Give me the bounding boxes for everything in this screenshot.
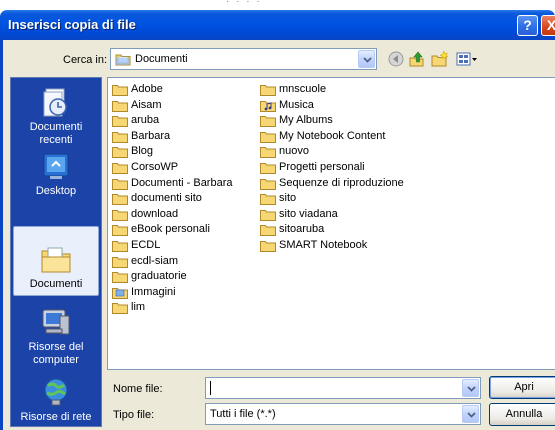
title-bar[interactable]: Inserisci copia di file ? X: [0, 10, 555, 40]
look-in-combo[interactable]: Documenti: [110, 48, 377, 70]
place-label: Documenti: [29, 278, 83, 290]
folder-icon: [112, 178, 128, 190]
list-item[interactable]: graduatorie: [112, 269, 233, 285]
list-item[interactable]: sito: [260, 191, 404, 207]
close-button[interactable]: X: [541, 15, 555, 36]
list-item[interactable]: Blog: [112, 144, 233, 160]
folder-icon: [112, 85, 128, 96]
place-documents[interactable]: Documenti: [13, 226, 99, 296]
list-item[interactable]: Barbara: [112, 129, 233, 145]
place-label: Documenti recenti: [29, 121, 83, 146]
places-bar: Documenti recenti Desktop Documenti Riso…: [10, 77, 102, 427]
folder-icon: [260, 178, 276, 190]
folder-icon: [112, 100, 128, 112]
list-item[interactable]: sitoaruba: [260, 222, 404, 238]
folder-icon: [260, 131, 276, 143]
documents-folder-icon: [41, 247, 71, 273]
chevron-down-icon: [363, 57, 372, 63]
look-in-label: Cerca in:: [63, 54, 108, 66]
place-label: Risorse del computer: [28, 341, 84, 366]
music-folder-icon: [260, 100, 276, 112]
folder-icon: [112, 256, 128, 268]
folder-icon: [260, 116, 276, 128]
background-text-fragment: · · · ·: [226, 0, 262, 7]
list-item[interactable]: Aisam: [112, 98, 233, 114]
list-item[interactable]: ecdl-siam: [112, 254, 233, 270]
file-column-2: mnscuole Musica My Albums My Notebook Co…: [260, 82, 404, 254]
folder-icon: [260, 162, 276, 174]
view-menu-icon[interactable]: [456, 51, 478, 70]
pictures-folder-icon: [112, 287, 128, 299]
list-item[interactable]: Adobe: [112, 82, 233, 98]
folder-icon: [112, 194, 128, 206]
folder-icon: [260, 209, 276, 221]
documents-folder-icon: [115, 52, 131, 69]
file-list[interactable]: Adobe Aisam aruba Barbara Blog CorsoWP D…: [107, 77, 555, 370]
cancel-button[interactable]: Annulla: [489, 403, 555, 426]
network-icon: [44, 378, 68, 406]
look-in-value: Documenti: [135, 53, 188, 65]
list-item[interactable]: eBook personali: [112, 222, 233, 238]
place-recent-documents[interactable]: Documenti recenti: [13, 86, 99, 147]
list-item[interactable]: aruba: [112, 113, 233, 129]
list-item[interactable]: Progetti personali: [260, 160, 404, 176]
list-item[interactable]: Sequenze di riproduzione: [260, 176, 404, 192]
list-item[interactable]: download: [112, 207, 233, 223]
folder-icon: [260, 147, 276, 159]
background-window-strip: · · · ·: [0, 0, 555, 10]
list-item[interactable]: documenti sito: [112, 191, 233, 207]
folder-icon: [112, 116, 128, 128]
folder-icon: [260, 194, 276, 206]
list-item[interactable]: mnscuole: [260, 82, 404, 98]
list-item[interactable]: Immagini: [112, 285, 233, 301]
chevron-down-icon: [467, 386, 476, 392]
list-item[interactable]: sito viadana: [260, 207, 404, 223]
back-icon[interactable]: [388, 51, 404, 70]
folder-icon: [112, 162, 128, 174]
place-label: Desktop: [35, 185, 77, 197]
list-item[interactable]: lim: [112, 300, 233, 316]
my-computer-icon: [42, 309, 70, 335]
dialog-title: Inserisci copia di file: [8, 17, 136, 32]
folder-icon: [260, 225, 276, 237]
file-column-1: Adobe Aisam aruba Barbara Blog CorsoWP D…: [112, 82, 233, 316]
folder-icon: [112, 131, 128, 143]
list-item[interactable]: Documenti - Barbara: [112, 176, 233, 192]
text-caret: [210, 381, 211, 395]
list-item[interactable]: nuovo: [260, 144, 404, 160]
place-desktop[interactable]: Desktop: [13, 150, 99, 198]
file-type-label: Tipo file:: [113, 409, 155, 421]
folder-icon: [260, 85, 276, 96]
folder-icon: [112, 225, 128, 237]
file-name-input[interactable]: [205, 377, 481, 399]
folder-icon: [112, 240, 128, 252]
open-button[interactable]: Apri: [489, 376, 555, 399]
folder-icon: [112, 147, 128, 159]
folder-icon: [112, 209, 128, 221]
folder-icon: [112, 303, 128, 315]
chevron-down-icon: [467, 412, 476, 418]
look-in-dropdown-button[interactable]: [358, 50, 375, 68]
list-item[interactable]: Musica: [260, 98, 404, 114]
file-type-select[interactable]: Tutti i file (*.*): [205, 403, 481, 425]
file-name-dropdown-button[interactable]: [462, 379, 479, 397]
place-label: Risorse di rete: [20, 411, 92, 423]
list-item[interactable]: SMART Notebook: [260, 238, 404, 254]
new-folder-icon[interactable]: [431, 50, 449, 70]
place-network[interactable]: Risorse di rete: [13, 376, 99, 424]
folder-icon: [260, 240, 276, 252]
folder-icon: [112, 272, 128, 284]
up-folder-icon[interactable]: [409, 51, 425, 70]
file-name-label: Nome file:: [113, 383, 163, 395]
list-item[interactable]: My Albums: [260, 113, 404, 129]
desktop-icon: [43, 153, 69, 179]
recent-documents-icon: [43, 88, 67, 117]
list-item[interactable]: My Notebook Content: [260, 129, 404, 145]
file-type-value: Tutti i file (*.*): [210, 408, 276, 420]
list-item[interactable]: ECDL: [112, 238, 233, 254]
list-item[interactable]: CorsoWP: [112, 160, 233, 176]
file-type-dropdown-button[interactable]: [462, 405, 479, 423]
place-my-computer[interactable]: Risorse del computer: [13, 306, 99, 367]
help-button[interactable]: ?: [517, 15, 538, 36]
